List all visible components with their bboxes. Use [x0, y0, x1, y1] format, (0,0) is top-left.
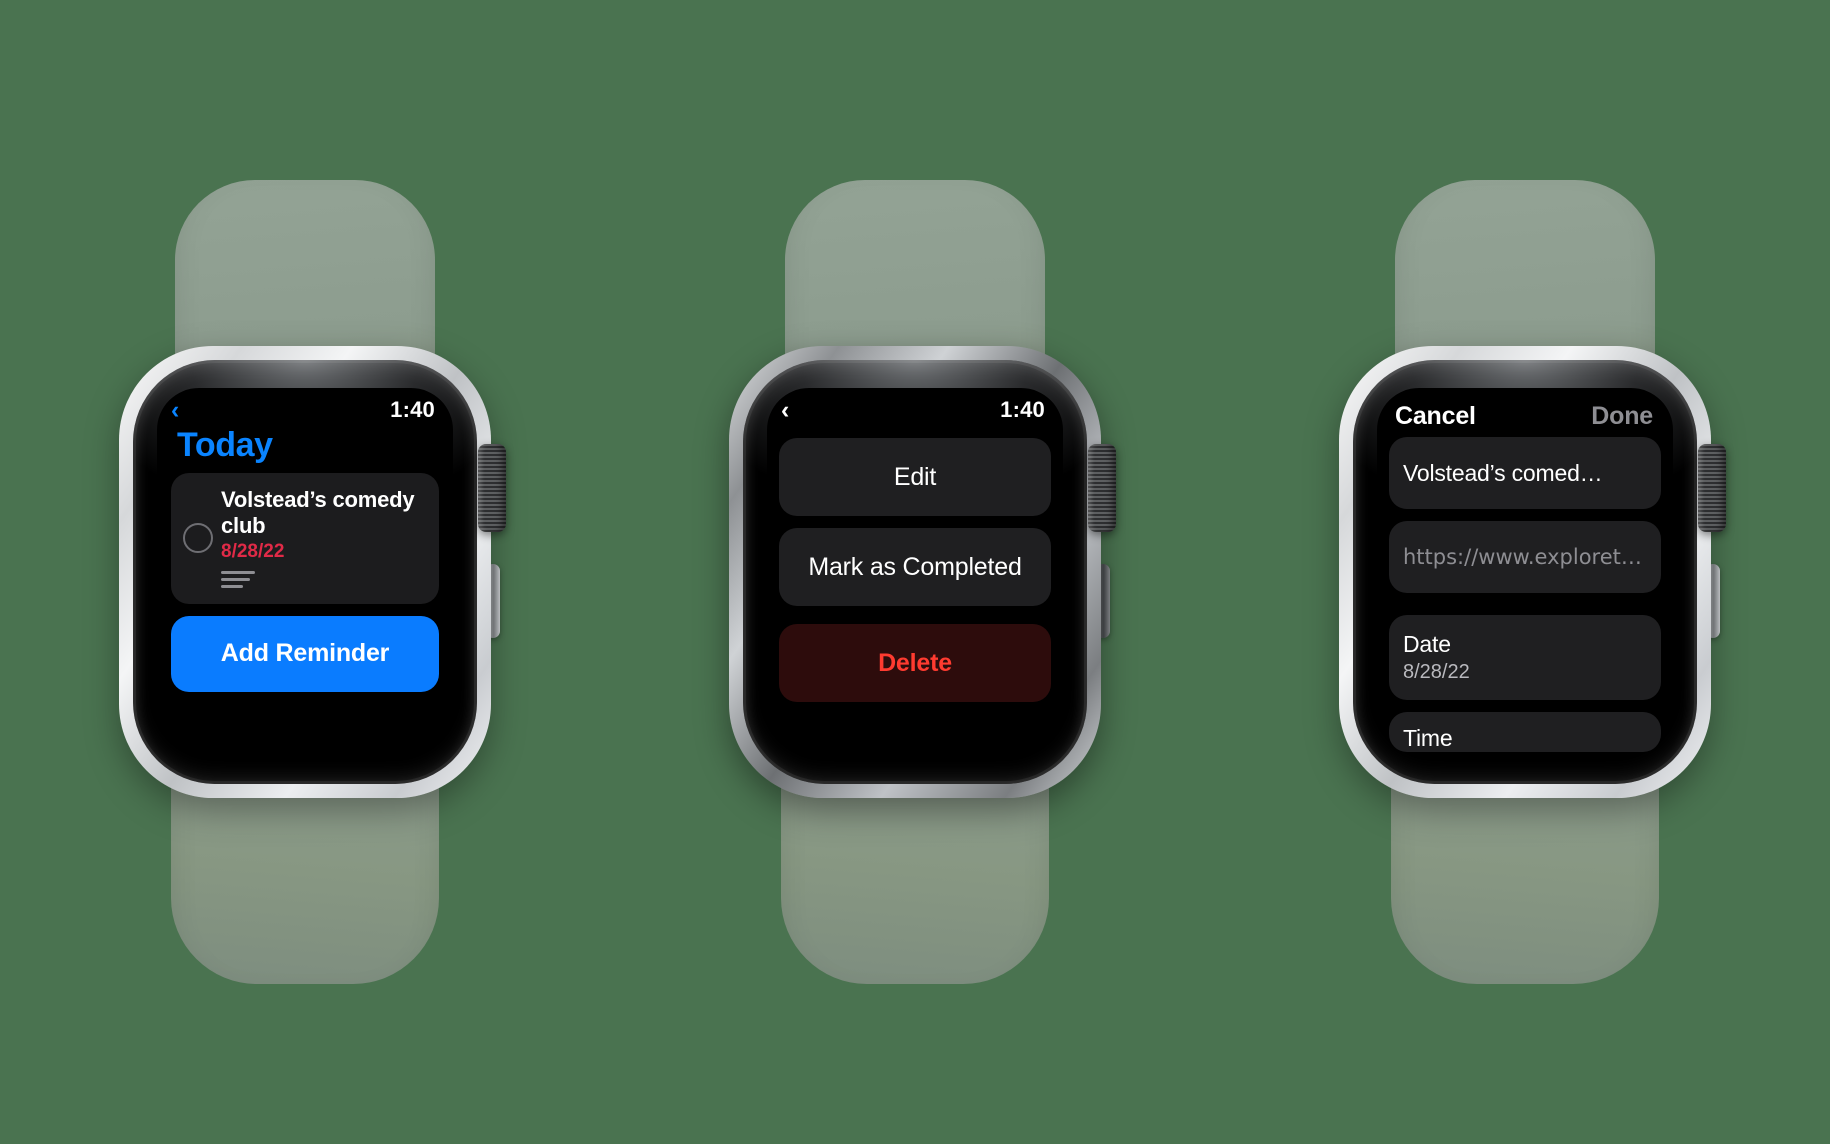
edit-button[interactable]: Edit [779, 438, 1051, 516]
reminder-title-value: Volstead’s comed… [1403, 459, 1603, 486]
reminder-url-field[interactable]: https://www.exploret… [1389, 521, 1661, 593]
page-title: Today [177, 426, 273, 464]
apple-watch-action-menu: ‹ 1:40 Edit Mark as Completed Delete [680, 72, 1150, 1072]
watch-glass: ‹ 1:40 Today Volstead’s comedy club 8/28… [133, 360, 477, 784]
edit-header: Cancel Done [1377, 388, 1673, 437]
watch-case: Cancel Done Volstead’s comed… https://ww… [1339, 346, 1711, 798]
clock-time: 1:40 [1000, 397, 1045, 422]
date-field[interactable]: Date 8/28/22 [1389, 615, 1661, 700]
cancel-button[interactable]: Cancel [1395, 402, 1476, 431]
date-value: 8/28/22 [1403, 661, 1470, 683]
reminder-title-field[interactable]: Volstead’s comed… [1389, 437, 1661, 509]
watch-case: ‹ 1:40 Today Volstead’s comedy club 8/28… [119, 346, 491, 798]
time-label: Time [1403, 724, 1453, 751]
watch-screen-3: Cancel Done Volstead’s comed… https://ww… [1377, 388, 1673, 756]
reminder-list-item[interactable]: Volstead’s comedy club 8/28/22 [171, 473, 439, 604]
radio-circle-icon[interactable] [183, 523, 213, 554]
done-button[interactable]: Done [1591, 402, 1653, 431]
apple-watch-today-list: ‹ 1:40 Today Volstead’s comedy club 8/28… [70, 72, 540, 1072]
status-bar: ‹ 1:40 [767, 388, 1063, 426]
reminder-date: 8/28/22 [221, 540, 285, 562]
watch-case: ‹ 1:40 Edit Mark as Completed Delete [729, 346, 1101, 798]
add-reminder-button[interactable]: Add Reminder [171, 615, 439, 692]
digital-crown[interactable] [1088, 444, 1116, 532]
reminder-body: Volstead’s comedy club 8/28/22 [221, 485, 427, 592]
watch-glass: ‹ 1:40 Edit Mark as Completed Delete [743, 360, 1087, 784]
reminder-title: Volstead’s comedy club [221, 487, 415, 538]
delete-button[interactable]: Delete [779, 624, 1051, 702]
watch-screen-2: ‹ 1:40 Edit Mark as Completed Delete [767, 388, 1063, 756]
edit-form: Volstead’s comed… https://www.exploret… … [1377, 437, 1673, 752]
action-menu: Edit Mark as Completed Delete [767, 426, 1063, 702]
chevron-left-icon[interactable]: ‹ [171, 397, 179, 423]
reminder-url-placeholder: https://www.exploret… [1403, 545, 1642, 569]
chevron-left-icon[interactable]: ‹ [781, 397, 789, 423]
digital-crown[interactable] [478, 444, 506, 532]
digital-crown[interactable] [1698, 444, 1726, 532]
watch-screen-1: ‹ 1:40 Today Volstead’s comedy club 8/28… [157, 388, 453, 756]
status-bar: ‹ 1:40 [157, 388, 453, 426]
apple-watch-edit-reminder: Cancel Done Volstead’s comed… https://ww… [1290, 72, 1760, 1072]
time-field[interactable]: Time [1389, 712, 1661, 752]
watch-glass: Cancel Done Volstead’s comed… https://ww… [1353, 360, 1697, 784]
date-label: Date [1403, 631, 1451, 657]
clock-time: 1:40 [390, 397, 435, 422]
reminder-list: Volstead’s comedy club 8/28/22 [157, 469, 453, 604]
mark-as-completed-button[interactable]: Mark as Completed [779, 528, 1051, 606]
notes-lines-icon [221, 570, 255, 588]
watch-gallery: ‹ 1:40 Today Volstead’s comedy club 8/28… [0, 0, 1830, 1144]
